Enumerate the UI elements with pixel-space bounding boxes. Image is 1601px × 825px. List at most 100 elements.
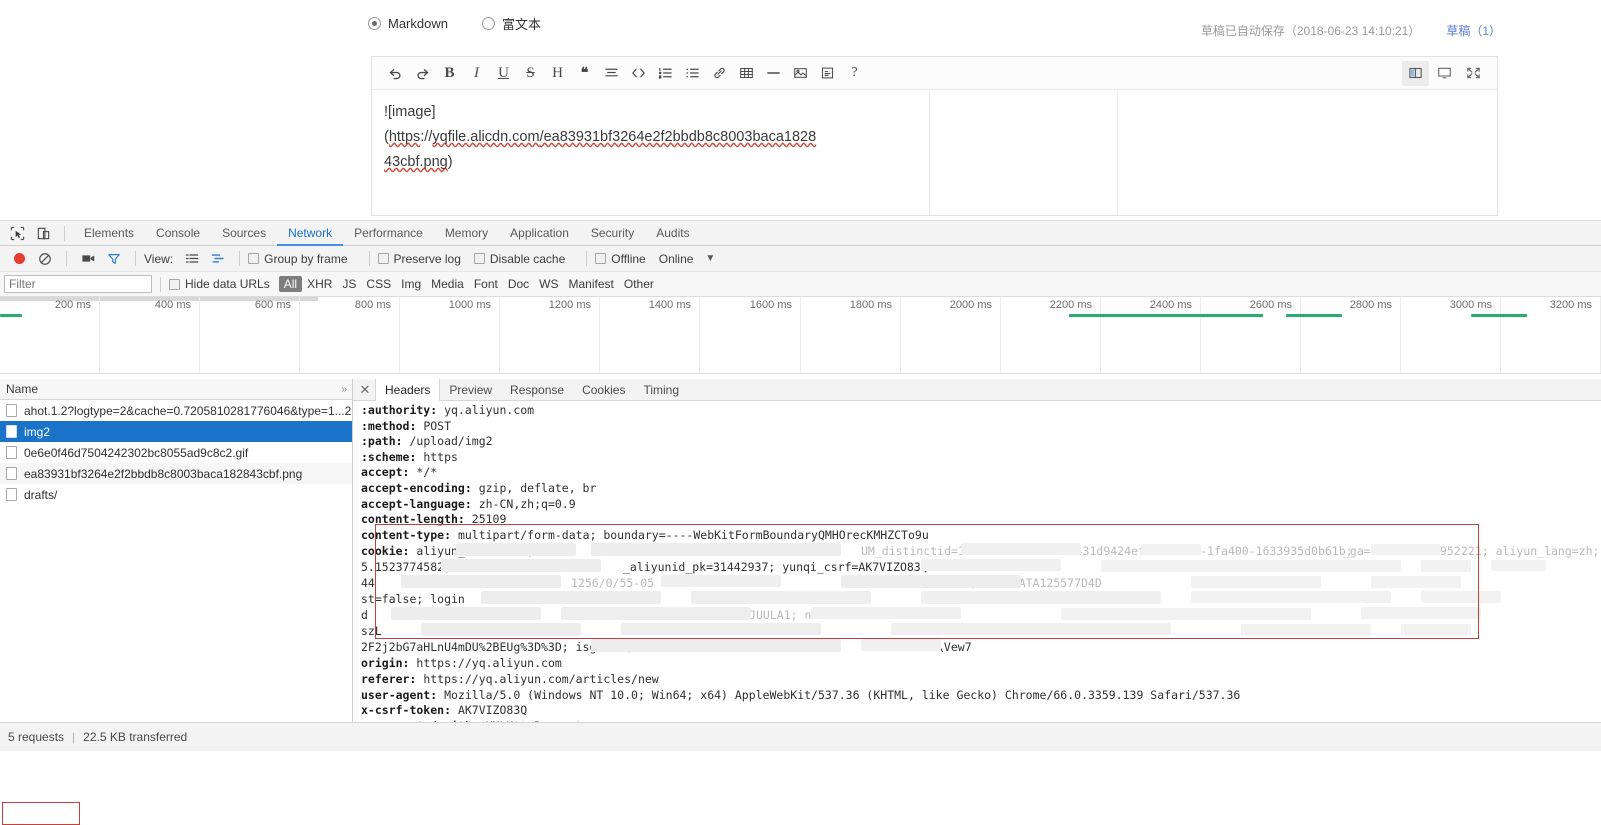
hide-data-urls-checkbox[interactable]: Hide data URLs — [169, 277, 270, 291]
tab-network[interactable]: Network — [277, 221, 343, 246]
tab-sources[interactable]: Sources — [211, 221, 277, 246]
markdown-text-area[interactable]: ![image] (https://yqfile.alicdn.com/ea83… — [372, 90, 1497, 185]
header-key: :authority: — [361, 403, 438, 417]
draft-link[interactable]: 草稿（1） — [1446, 22, 1501, 39]
markdown-line-1: ![image] — [384, 104, 436, 120]
table-icon[interactable] — [733, 61, 760, 86]
close-icon[interactable]: ✕ — [355, 382, 375, 398]
request-row[interactable]: img2 — [0, 421, 352, 442]
fullscreen-icon[interactable] — [1460, 61, 1487, 86]
header-line: content-length: 25109 — [361, 512, 1601, 528]
mode-richtext-label: 富文本 — [501, 17, 541, 32]
url-host: yqfile.alicdn.com — [432, 129, 540, 145]
transfer-size: 22.5 KB transferred — [83, 730, 188, 744]
redaction-smudge — [591, 639, 841, 653]
device-toolbar-icon[interactable] — [30, 222, 56, 244]
request-name: ea83931bf3264e2f2bbdb8c8003baca182843cbf… — [24, 466, 303, 481]
disable-cache-checkbox[interactable]: Disable cache — [473, 251, 566, 266]
markdown-editor-box: B I U S H ❝ ? ![image] (https://yqfile.a… — [371, 56, 1498, 216]
filter-type-xhr[interactable]: XHR — [302, 277, 337, 291]
devtools-tab-bar: Elements Console Sources Network Perform… — [0, 221, 1601, 246]
filter-type-css[interactable]: CSS — [361, 277, 396, 291]
filter-type-media[interactable]: Media — [426, 277, 469, 291]
request-row[interactable]: ahot.1.2?logtype=2&cache=0.7205810281776… — [0, 400, 352, 421]
header-line: :scheme: https — [361, 450, 1601, 466]
tab-application[interactable]: Application — [499, 221, 580, 246]
header-line: accept-encoding: gzip, deflate, br — [361, 481, 1601, 497]
header-value: yq.aliyun.com — [437, 403, 535, 417]
filter-toggle-icon[interactable] — [101, 247, 127, 271]
group-by-frame-checkbox[interactable]: Group by frame — [248, 252, 348, 266]
checkbox-icon — [473, 253, 485, 264]
cookie-line-2-mid: _aliyunid_pk=31442937; yunqi_csrf=AK7VIZ… — [623, 560, 928, 575]
editor-preview-divider — [1117, 91, 1118, 215]
tab-console[interactable]: Console — [145, 221, 211, 246]
attachment-icon[interactable] — [814, 61, 841, 86]
horizontal-rule-icon[interactable] — [760, 61, 787, 86]
tab-audits[interactable]: Audits — [645, 221, 700, 246]
mode-markdown-radio[interactable]: Markdown — [368, 16, 448, 31]
filter-type-img[interactable]: Img — [396, 277, 426, 291]
filter-input[interactable] — [4, 275, 152, 293]
tab-security[interactable]: Security — [580, 221, 645, 246]
column-header-name[interactable]: Name — [6, 382, 38, 396]
network-overview-timeline[interactable]: 200 ms 400 ms 600 ms 800 ms 1000 ms 1200 ms 14… — [0, 297, 1601, 374]
redaction-smudge — [621, 623, 821, 636]
request-row[interactable]: ea83931bf3264e2f2bbdb8c8003baca182843cbf… — [0, 463, 352, 484]
underline-icon[interactable]: U — [490, 61, 517, 86]
inspect-element-icon[interactable] — [4, 222, 30, 244]
filter-type-manifest[interactable]: Manifest — [564, 277, 619, 291]
chevron-down-icon[interactable]: ▼ — [705, 253, 715, 264]
redaction-smudge — [691, 591, 871, 605]
heading-icon[interactable]: H — [544, 61, 571, 86]
list-view-icon[interactable] — [179, 247, 205, 271]
tab-performance[interactable]: Performance — [343, 221, 434, 246]
help-icon[interactable]: ? — [841, 61, 868, 86]
request-row[interactable]: drafts/ — [0, 484, 352, 505]
code-icon[interactable] — [625, 61, 652, 86]
redaction-smudge — [1061, 608, 1311, 621]
filter-type-js[interactable]: JS — [337, 277, 361, 291]
chevron-right-icon[interactable]: » — [341, 384, 347, 395]
filter-type-other[interactable]: Other — [619, 277, 659, 291]
filter-type-all[interactable]: All — [278, 276, 303, 292]
bold-icon[interactable]: B — [436, 61, 463, 86]
record-button[interactable] — [6, 247, 32, 271]
preserve-log-checkbox[interactable]: Preserve log — [377, 252, 461, 266]
detail-tab-response[interactable]: Response — [501, 379, 573, 401]
request-row[interactable]: 0e6e0f46d7504242302bc8055ad9c8c2.gif — [0, 442, 352, 463]
throttling-select[interactable]: Online — [659, 252, 694, 266]
detail-tab-preview[interactable]: Preview — [440, 379, 501, 401]
filter-divider — [160, 276, 161, 292]
quote-icon[interactable]: ❝ — [571, 61, 598, 86]
filter-type-doc[interactable]: Doc — [503, 277, 534, 291]
redo-icon[interactable] — [409, 61, 436, 86]
align-icon[interactable] — [598, 61, 625, 86]
detail-tab-timing[interactable]: Timing — [634, 379, 688, 401]
screenshot-capture-icon[interactable] — [75, 247, 101, 271]
disable-cache-label: Disable cache — [489, 251, 566, 266]
italic-icon[interactable]: I — [463, 61, 490, 86]
detail-tab-cookies[interactable]: Cookies — [573, 379, 634, 401]
url-path: /ea83931bf3264e2f2bbdb8c8003baca1828 — [539, 129, 817, 145]
header-value: https — [416, 449, 458, 464]
waterfall-view-icon[interactable] — [205, 247, 231, 271]
ordered-list-icon[interactable] — [652, 61, 679, 86]
offline-checkbox[interactable]: Offline — [595, 252, 646, 266]
filter-type-ws[interactable]: WS — [534, 277, 563, 291]
strikethrough-icon[interactable]: S — [517, 61, 544, 86]
image-icon[interactable] — [787, 61, 814, 86]
link-icon[interactable] — [706, 61, 733, 86]
tab-elements[interactable]: Elements — [73, 221, 145, 246]
split-view-icon[interactable] — [1402, 60, 1429, 86]
preview-icon[interactable] — [1431, 61, 1458, 86]
unordered-list-icon[interactable] — [679, 61, 706, 86]
tab-memory[interactable]: Memory — [434, 221, 499, 246]
filter-type-font[interactable]: Font — [469, 277, 503, 291]
mode-richtext-radio[interactable]: 富文本 — [481, 14, 541, 33]
detail-tab-headers[interactable]: Headers — [375, 379, 441, 401]
clear-button[interactable] — [32, 247, 58, 271]
header-key: user-agent: — [361, 687, 438, 702]
undo-icon[interactable] — [382, 61, 409, 86]
checkbox-icon — [169, 278, 180, 290]
